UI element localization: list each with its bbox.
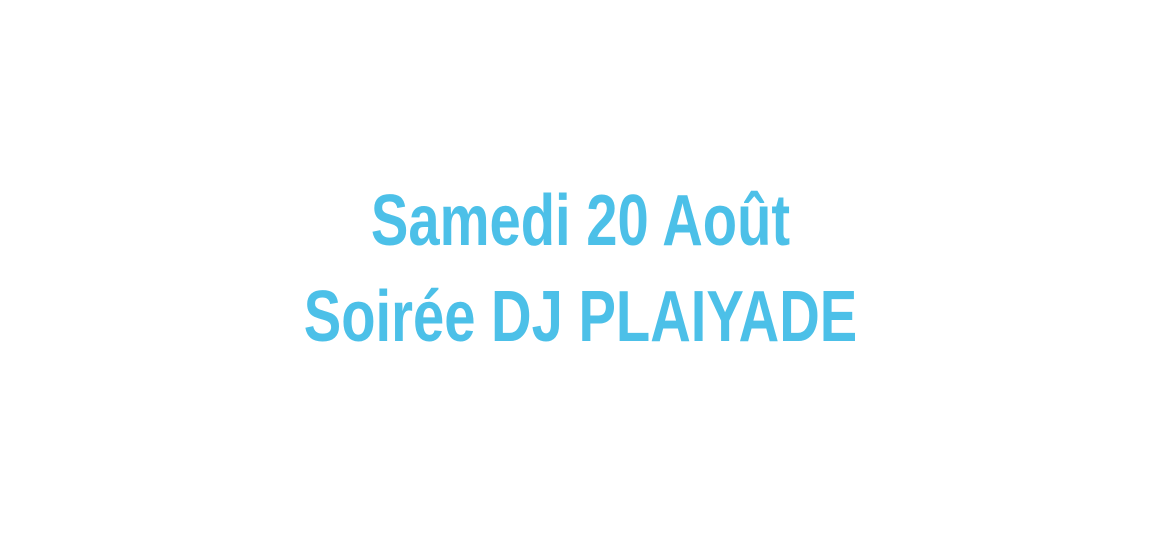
- event-title: Soirée DJ PLAIYADE: [303, 277, 858, 357]
- event-date: Samedi 20 Août: [370, 181, 791, 261]
- event-banner: Samedi 20 Août Soirée DJ PLAIYADE: [0, 0, 1161, 539]
